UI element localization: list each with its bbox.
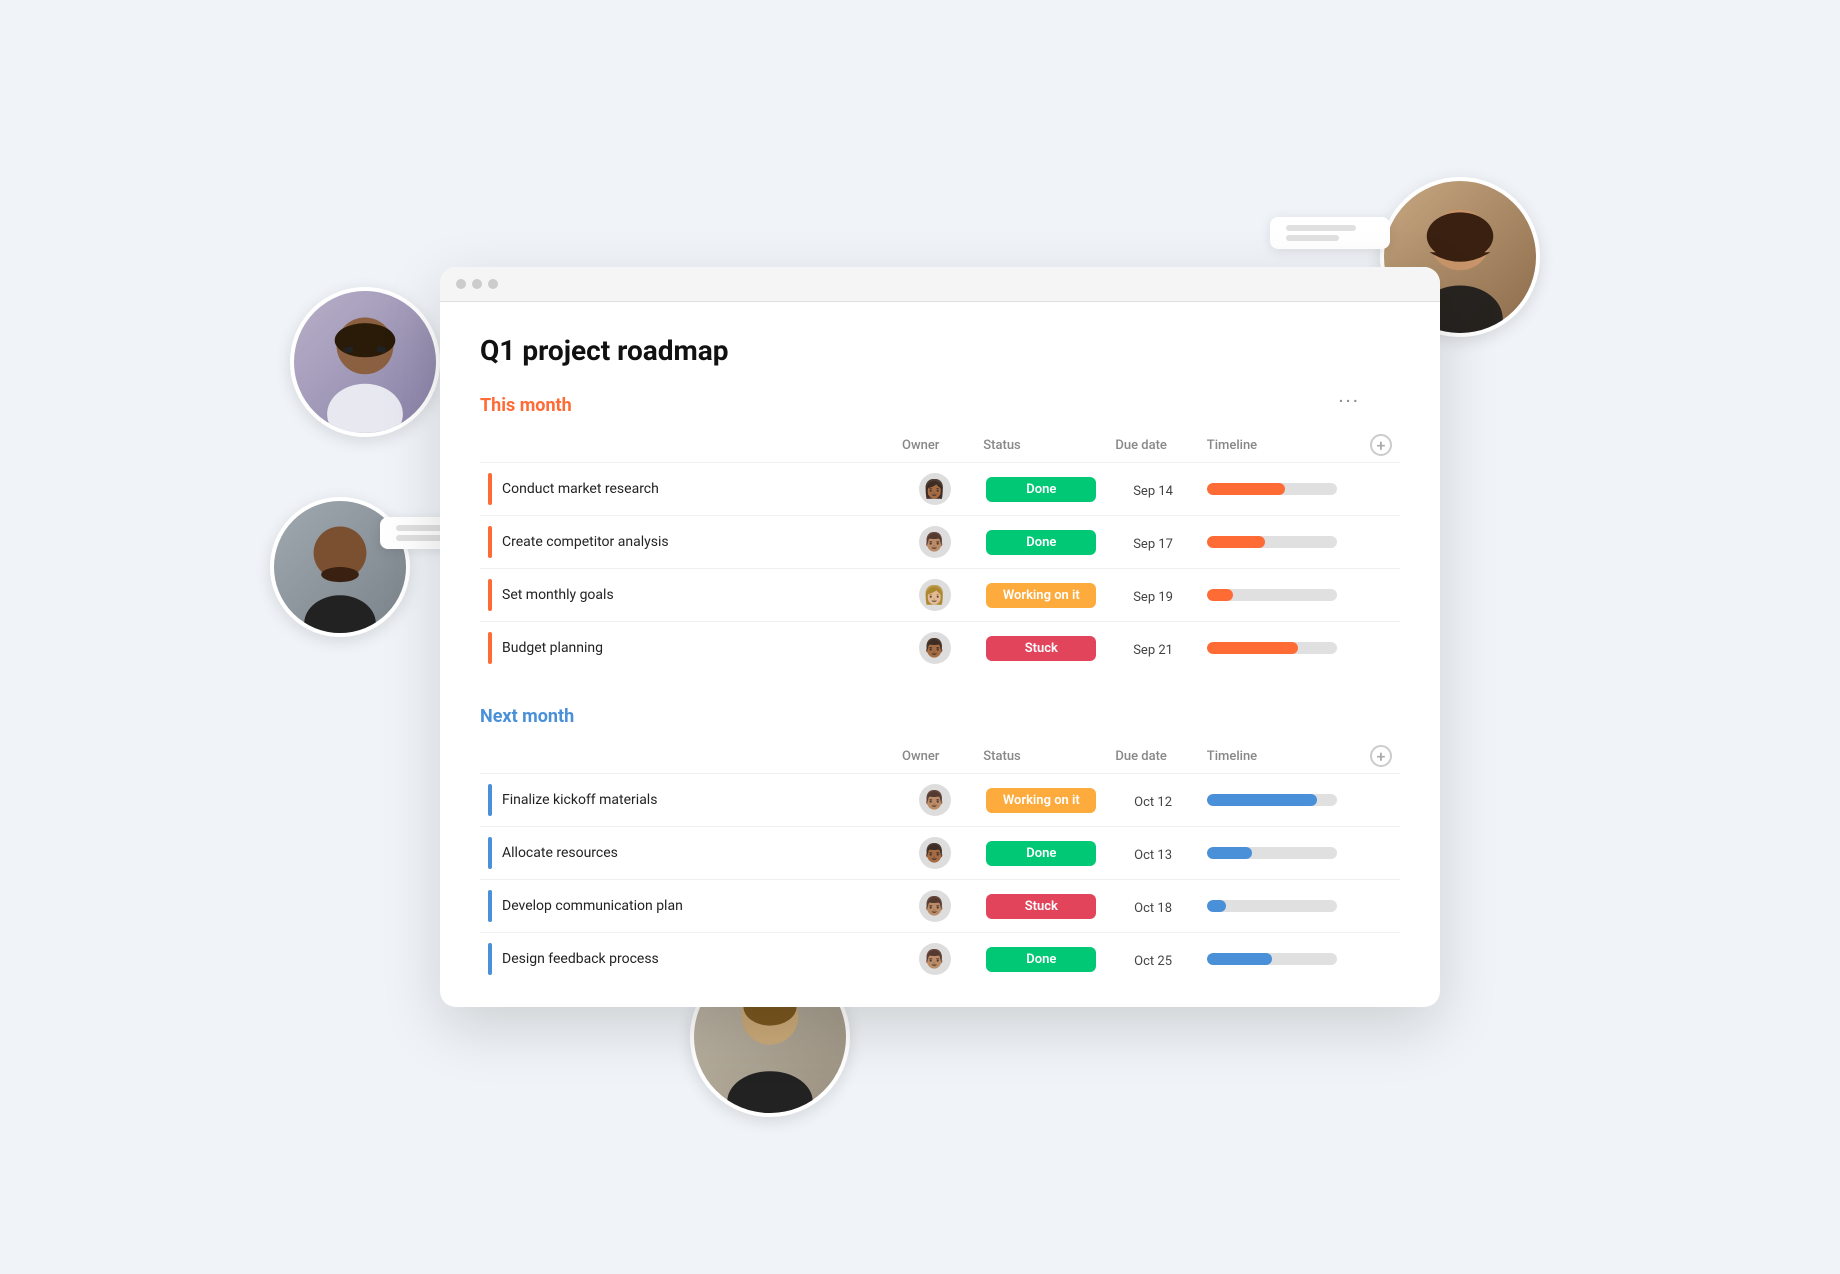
due-date: Oct 13 bbox=[1134, 848, 1172, 863]
task-color-bar bbox=[488, 943, 492, 975]
more-button[interactable]: ··· bbox=[1338, 389, 1360, 413]
task-color-bar bbox=[488, 526, 492, 558]
col-header-status-1: Status bbox=[975, 428, 1107, 463]
timeline-track bbox=[1207, 953, 1337, 965]
timeline-track bbox=[1207, 900, 1337, 912]
browser-content: Q1 project roadmap ··· This month Owner … bbox=[440, 302, 1440, 1002]
section-this-month: This month Owner Status Due date Timelin… bbox=[480, 395, 1400, 674]
due-date: Oct 18 bbox=[1134, 901, 1172, 916]
table-row[interactable]: Create competitor analysis 👨🏽 Done Sep 1… bbox=[480, 516, 1400, 569]
table-row[interactable]: Set monthly goals 👩🏼 Working on it Sep 1… bbox=[480, 569, 1400, 622]
avatar: 👨🏽 bbox=[919, 784, 951, 816]
dot-2 bbox=[472, 279, 482, 289]
table-row[interactable]: Design feedback process 👨🏽 Done Oct 25 bbox=[480, 933, 1400, 986]
table-row[interactable]: Finalize kickoff materials 👨🏽 Working on… bbox=[480, 774, 1400, 827]
this-month-table: Owner Status Due date Timeline + Con bbox=[480, 428, 1400, 674]
col-header-due-2: Due date bbox=[1107, 739, 1198, 774]
table-row[interactable]: Develop communication plan 👨🏽 Stuck Oct … bbox=[480, 880, 1400, 933]
scene: Q1 project roadmap ··· This month Owner … bbox=[320, 187, 1520, 1087]
task-name: Set monthly goals bbox=[502, 587, 614, 603]
dot-3 bbox=[488, 279, 498, 289]
col-header-timeline-1: Timeline bbox=[1199, 428, 1362, 463]
due-date: Sep 17 bbox=[1133, 537, 1173, 552]
timeline-fill bbox=[1207, 953, 1272, 965]
timeline-fill bbox=[1207, 794, 1318, 806]
col-header-owner-1: Owner bbox=[894, 428, 975, 463]
table-row[interactable]: Conduct market research 👩🏾 Done Sep 14 bbox=[480, 463, 1400, 516]
timeline-track bbox=[1207, 536, 1337, 548]
section-header-next-month: Next month bbox=[480, 706, 1400, 727]
task-color-bar bbox=[488, 784, 492, 816]
task-name: Budget planning bbox=[502, 640, 603, 656]
dot-1 bbox=[456, 279, 466, 289]
due-date: Oct 12 bbox=[1134, 795, 1172, 810]
col-header-due-1: Due date bbox=[1107, 428, 1198, 463]
status-badge: Stuck bbox=[986, 894, 1096, 919]
status-badge: Done bbox=[986, 530, 1096, 555]
task-color-bar bbox=[488, 837, 492, 869]
col-header-owner-2: Owner bbox=[894, 739, 975, 774]
timeline-fill bbox=[1207, 642, 1298, 654]
avatar: 👨🏽 bbox=[919, 943, 951, 975]
task-color-bar bbox=[488, 579, 492, 611]
avatar: 👩🏾 bbox=[919, 473, 951, 505]
section-header-this-month: This month bbox=[480, 395, 1400, 416]
timeline-track bbox=[1207, 642, 1337, 654]
timeline-fill bbox=[1207, 483, 1285, 495]
status-badge: Done bbox=[986, 841, 1096, 866]
avatar: 👨🏽 bbox=[919, 526, 951, 558]
task-name: Conduct market research bbox=[502, 481, 659, 497]
col-header-timeline-2: Timeline bbox=[1199, 739, 1362, 774]
browser-window: Q1 project roadmap ··· This month Owner … bbox=[440, 267, 1440, 1007]
add-column-btn-1[interactable]: + bbox=[1370, 434, 1392, 456]
status-badge: Done bbox=[986, 947, 1096, 972]
col-header-task-2 bbox=[480, 739, 894, 774]
next-month-table: Owner Status Due date Timeline + Fin bbox=[480, 739, 1400, 985]
due-date: Sep 21 bbox=[1133, 643, 1173, 658]
timeline-track bbox=[1207, 794, 1337, 806]
avatar: 👨🏾 bbox=[919, 837, 951, 869]
speech-bubble-top bbox=[1270, 217, 1390, 249]
table-row[interactable]: Budget planning 👨🏾 Stuck Sep 21 bbox=[480, 622, 1400, 675]
timeline-fill bbox=[1207, 536, 1266, 548]
status-badge: Done bbox=[986, 477, 1096, 502]
timeline-track bbox=[1207, 847, 1337, 859]
task-name: Allocate resources bbox=[502, 845, 618, 861]
timeline-fill bbox=[1207, 900, 1227, 912]
task-name: Develop communication plan bbox=[502, 898, 683, 914]
due-date: Sep 19 bbox=[1133, 590, 1173, 605]
status-badge: Stuck bbox=[986, 636, 1096, 661]
page-title: Q1 project roadmap bbox=[480, 334, 1400, 367]
table-row[interactable]: Allocate resources 👨🏾 Done Oct 13 bbox=[480, 827, 1400, 880]
due-date: Sep 14 bbox=[1133, 484, 1173, 499]
avatar: 👩🏼 bbox=[919, 579, 951, 611]
timeline-fill bbox=[1207, 847, 1253, 859]
task-color-bar bbox=[488, 890, 492, 922]
col-header-status-2: Status bbox=[975, 739, 1107, 774]
timeline-track bbox=[1207, 589, 1337, 601]
section-next-month: Next month Owner Status Due date Timelin… bbox=[480, 706, 1400, 985]
person-left-top bbox=[290, 287, 440, 437]
timeline-fill bbox=[1207, 589, 1233, 601]
task-color-bar bbox=[488, 632, 492, 664]
timeline-track bbox=[1207, 483, 1337, 495]
browser-bar bbox=[440, 267, 1440, 302]
task-color-bar bbox=[488, 473, 492, 505]
status-badge: Working on it bbox=[986, 583, 1096, 608]
task-name: Create competitor analysis bbox=[502, 534, 669, 550]
add-column-btn-2[interactable]: + bbox=[1370, 745, 1392, 767]
avatar: 👨🏽 bbox=[919, 890, 951, 922]
avatar: 👨🏾 bbox=[919, 632, 951, 664]
task-name: Design feedback process bbox=[502, 951, 659, 967]
col-header-task-1 bbox=[480, 428, 894, 463]
due-date: Oct 25 bbox=[1134, 954, 1172, 969]
status-badge: Working on it bbox=[986, 788, 1096, 813]
task-name: Finalize kickoff materials bbox=[502, 792, 657, 808]
